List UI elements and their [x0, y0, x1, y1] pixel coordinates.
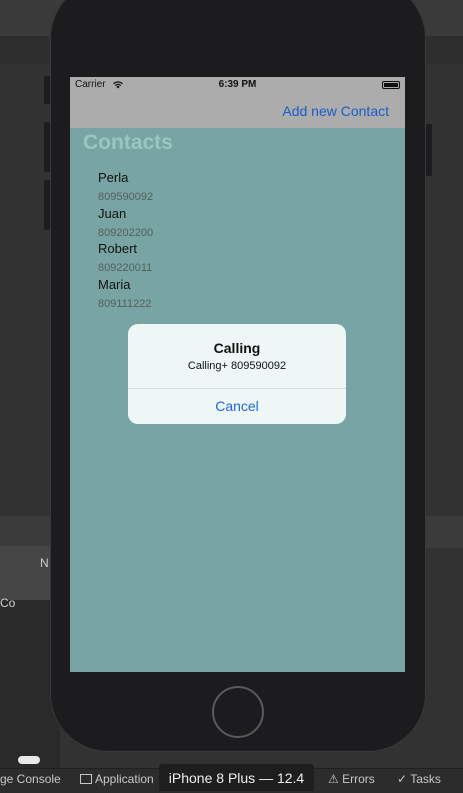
contact-name: Perla — [98, 170, 129, 185]
contact-phone: 809202200 — [98, 227, 154, 239]
page-title: Contacts — [83, 131, 173, 154]
phone-volume-down — [44, 180, 50, 230]
phone-mute-switch — [44, 76, 50, 104]
errors-label: Errors — [342, 772, 375, 786]
contact-name: Robert — [98, 241, 138, 256]
contact-list-item[interactable]: Perla 809590092 — [98, 170, 153, 203]
device-selector-tab[interactable]: iPhone 8 Plus — 12.4 — [159, 764, 314, 791]
cancel-button[interactable]: Cancel — [128, 389, 346, 424]
tasks-label: Tasks — [410, 772, 441, 786]
contact-phone: 809220011 — [98, 262, 153, 274]
warning-icon: ⚠ — [328, 772, 339, 786]
add-new-contact-button[interactable]: Add new Contact — [282, 103, 389, 119]
contact-list-item[interactable]: Maria 809111222 — [98, 277, 151, 310]
device-status-bar: Carrier 6:39 PM — [70, 77, 405, 94]
ide-right-panel — [420, 516, 463, 548]
application-icon — [80, 774, 92, 784]
contact-name: Juan — [98, 206, 127, 221]
clock-time: 6:39 PM — [218, 79, 257, 90]
scrollbar-thumb[interactable] — [18, 756, 40, 764]
battery-icon — [382, 81, 400, 89]
tasks-tab[interactable]: ✓ Tasks — [397, 772, 441, 786]
alert-title: Calling — [213, 340, 261, 356]
calling-alert-dialog: Calling Calling+ 809590092 Cancel — [128, 324, 346, 424]
checkmark-icon: ✓ — [397, 772, 408, 786]
contact-phone: 809590092 — [98, 191, 154, 203]
ide-left-panel-label: Co — [0, 596, 16, 610]
phone-volume-up — [44, 122, 50, 172]
contact-phone: 809111222 — [98, 298, 152, 310]
phone-power-button — [426, 124, 432, 176]
contact-list-item[interactable]: Juan 809202200 — [98, 206, 153, 239]
contact-name: Maria — [98, 277, 131, 292]
application-output-label: Application — [95, 772, 154, 786]
alert-message: Calling+ 809590092 — [187, 360, 287, 372]
application-output-tab[interactable]: Application — [80, 772, 154, 786]
contact-list-item[interactable]: Robert 809220011 — [98, 241, 152, 274]
errors-tab[interactable]: ⚠ Errors — [328, 772, 375, 786]
home-button[interactable] — [212, 686, 264, 738]
device-screen: Carrier 6:39 PM Add new Contact Contacts… — [70, 77, 405, 672]
ide-left-panel-column-header: N — [40, 556, 49, 570]
console-tab[interactable]: ge Console — [0, 772, 61, 786]
navigation-bar: Add new Contact — [70, 94, 405, 128]
